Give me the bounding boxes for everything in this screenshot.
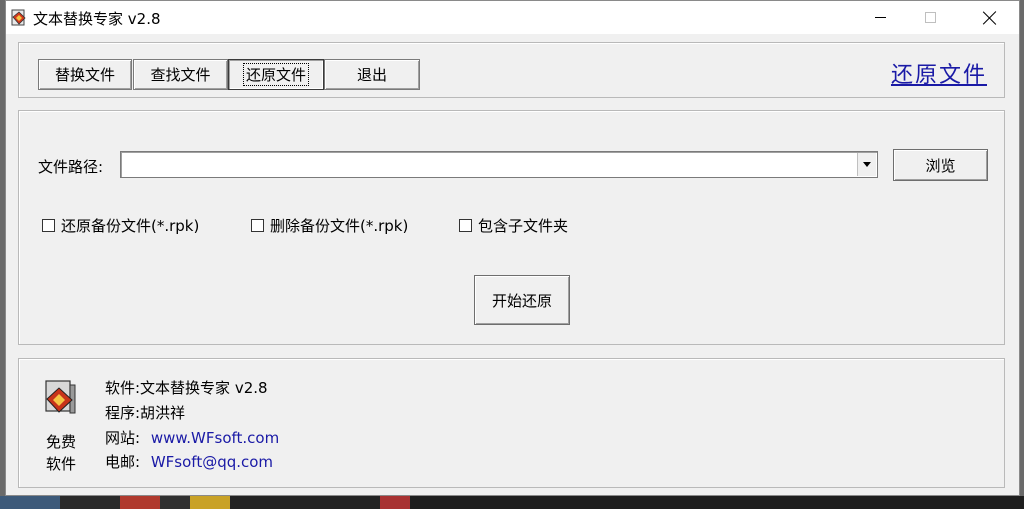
title-bar[interactable]: 文本替换专家 v2.8	[6, 1, 1019, 34]
tab-toolbar: 替换文件 查找文件 还原文件 退出 还原文件	[18, 42, 1005, 98]
file-path-label: 文件路径:	[38, 158, 104, 176]
browse-button[interactable]: 浏览	[893, 149, 988, 181]
dropdown-arrow-button[interactable]	[857, 153, 876, 176]
tab-exit[interactable]: 退出	[324, 59, 420, 90]
maximize-icon	[924, 12, 936, 23]
include-subfolders-checkbox[interactable]: 包含子文件夹	[459, 215, 568, 236]
close-button[interactable]	[967, 1, 1013, 34]
about-panel: 免费 软件 软件:文本替换专家 v2.8 程序:胡洪祥 网站: www.WFso…	[18, 358, 1005, 488]
checkbox-box[interactable]	[251, 219, 264, 232]
start-restore-button[interactable]: 开始还原	[474, 275, 570, 325]
delete-backup-checkbox[interactable]: 删除备份文件(*.rpk)	[251, 215, 408, 236]
minimize-icon	[874, 17, 886, 18]
app-window: 文本替换专家 v2.8 替换文件 查找文件 还原文件 退出 还原文件 文件路径:…	[5, 0, 1020, 496]
window-title: 文本替换专家 v2.8	[33, 10, 161, 28]
close-icon	[983, 11, 997, 25]
restore-backup-checkbox[interactable]: 还原备份文件(*.rpk)	[42, 215, 199, 236]
tab-replace-files[interactable]: 替换文件	[38, 59, 132, 90]
file-path-combobox[interactable]	[120, 151, 878, 178]
author-name: 程序:胡洪祥	[105, 404, 186, 422]
tab-restore-files[interactable]: 还原文件	[228, 59, 324, 90]
restore-form-panel: 文件路径: 浏览 还原备份文件(*.rpk) 删除备份文件(*.rpk) 包含子…	[18, 110, 1005, 345]
app-icon	[11, 9, 26, 26]
free-software-icon	[45, 380, 76, 414]
desktop-background-strip	[0, 496, 1024, 509]
maximize-button[interactable]	[907, 1, 953, 34]
email-row: 电邮: WFsoft@qq.com	[105, 453, 274, 471]
software-name: 软件:文本替换专家 v2.8	[105, 379, 268, 397]
dropdown-arrow-icon	[863, 162, 871, 167]
website-link[interactable]: www.WFsoft.com	[151, 429, 279, 447]
tab-find-files[interactable]: 查找文件	[133, 59, 228, 90]
checkbox-box[interactable]	[42, 219, 55, 232]
website-row: 网站: www.WFsoft.com	[105, 429, 280, 447]
minimize-button[interactable]	[857, 1, 903, 34]
free-software-label: 免费 软件	[45, 433, 76, 473]
email-link[interactable]: WFsoft@qq.com	[151, 453, 273, 471]
checkbox-box[interactable]	[459, 219, 472, 232]
section-heading-link[interactable]: 还原文件	[891, 57, 987, 89]
